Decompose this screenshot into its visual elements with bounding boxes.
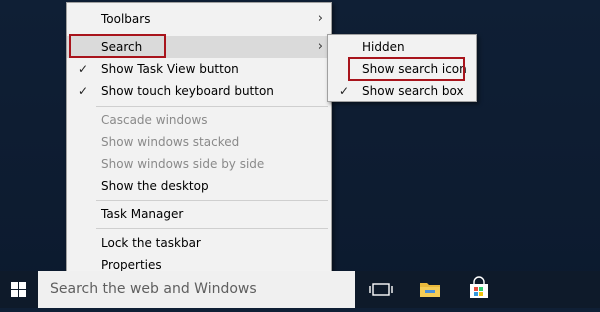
menu-separator — [96, 106, 328, 107]
taskbar-context-menu: Toolbars › Search › ✓ Show Task View but… — [66, 2, 332, 277]
windows-logo-icon — [11, 282, 26, 297]
menu-item-label: Toolbars — [101, 12, 151, 26]
menu-item-toolbars[interactable]: Toolbars › — [67, 8, 331, 30]
menu-item-lock-taskbar[interactable]: Lock the taskbar — [67, 232, 331, 254]
submenu-item-show-search-box[interactable]: ✓ Show search box — [328, 80, 476, 102]
chevron-right-icon: › — [317, 39, 323, 54]
search-submenu: Hidden Show search icon ✓ Show search bo… — [327, 34, 477, 102]
store-bag-icon — [470, 276, 488, 298]
menu-item-show-touch-keyboard[interactable]: ✓ Show touch keyboard button — [67, 80, 331, 102]
menu-item-label: Task Manager — [101, 207, 184, 221]
menu-item-label: Show windows side by side — [101, 157, 265, 171]
menu-item-label: Show the desktop — [101, 179, 209, 193]
menu-item-show-windows-stacked: Show windows stacked — [67, 131, 331, 153]
checkmark-icon: ✓ — [78, 62, 89, 76]
taskbar-search-box[interactable]: Search the web and Windows — [38, 271, 355, 308]
submenu-item-hidden[interactable]: Hidden — [328, 36, 476, 58]
menu-item-show-windows-side-by-side: Show windows side by side — [67, 153, 331, 175]
checkmark-icon: ✓ — [78, 84, 89, 98]
file-explorer-button[interactable] — [410, 271, 450, 308]
menu-item-search[interactable]: Search › — [67, 36, 331, 58]
checkmark-icon: ✓ — [339, 84, 350, 98]
submenu-item-show-search-icon[interactable]: Show search icon — [328, 58, 476, 80]
menu-separator — [96, 200, 328, 201]
submenu-item-label: Hidden — [362, 40, 405, 54]
task-view-button[interactable] — [361, 271, 401, 308]
menu-separator — [96, 228, 328, 229]
menu-item-show-desktop[interactable]: Show the desktop — [67, 175, 331, 197]
menu-item-label: Show touch keyboard button — [101, 84, 274, 98]
menu-item-label: Lock the taskbar — [101, 236, 201, 250]
menu-item-label: Show Task View button — [101, 62, 239, 76]
submenu-item-label: Show search icon — [362, 62, 467, 76]
task-view-icon — [369, 283, 393, 296]
search-placeholder: Search the web and Windows — [50, 281, 257, 297]
menu-item-cascade-windows: Cascade windows — [67, 109, 331, 131]
taskbar: Search the web and Windows — [0, 271, 600, 308]
submenu-item-label: Show search box — [362, 84, 464, 98]
chevron-right-icon: › — [317, 11, 323, 26]
start-button[interactable] — [0, 271, 38, 308]
store-button[interactable] — [459, 271, 499, 308]
menu-item-label: Show windows stacked — [101, 135, 240, 149]
menu-item-show-task-view[interactable]: ✓ Show Task View button — [67, 58, 331, 80]
menu-item-label: Search — [101, 40, 143, 54]
folder-icon — [420, 283, 440, 297]
menu-item-label: Cascade windows — [101, 113, 208, 127]
menu-item-task-manager[interactable]: Task Manager — [67, 203, 331, 225]
